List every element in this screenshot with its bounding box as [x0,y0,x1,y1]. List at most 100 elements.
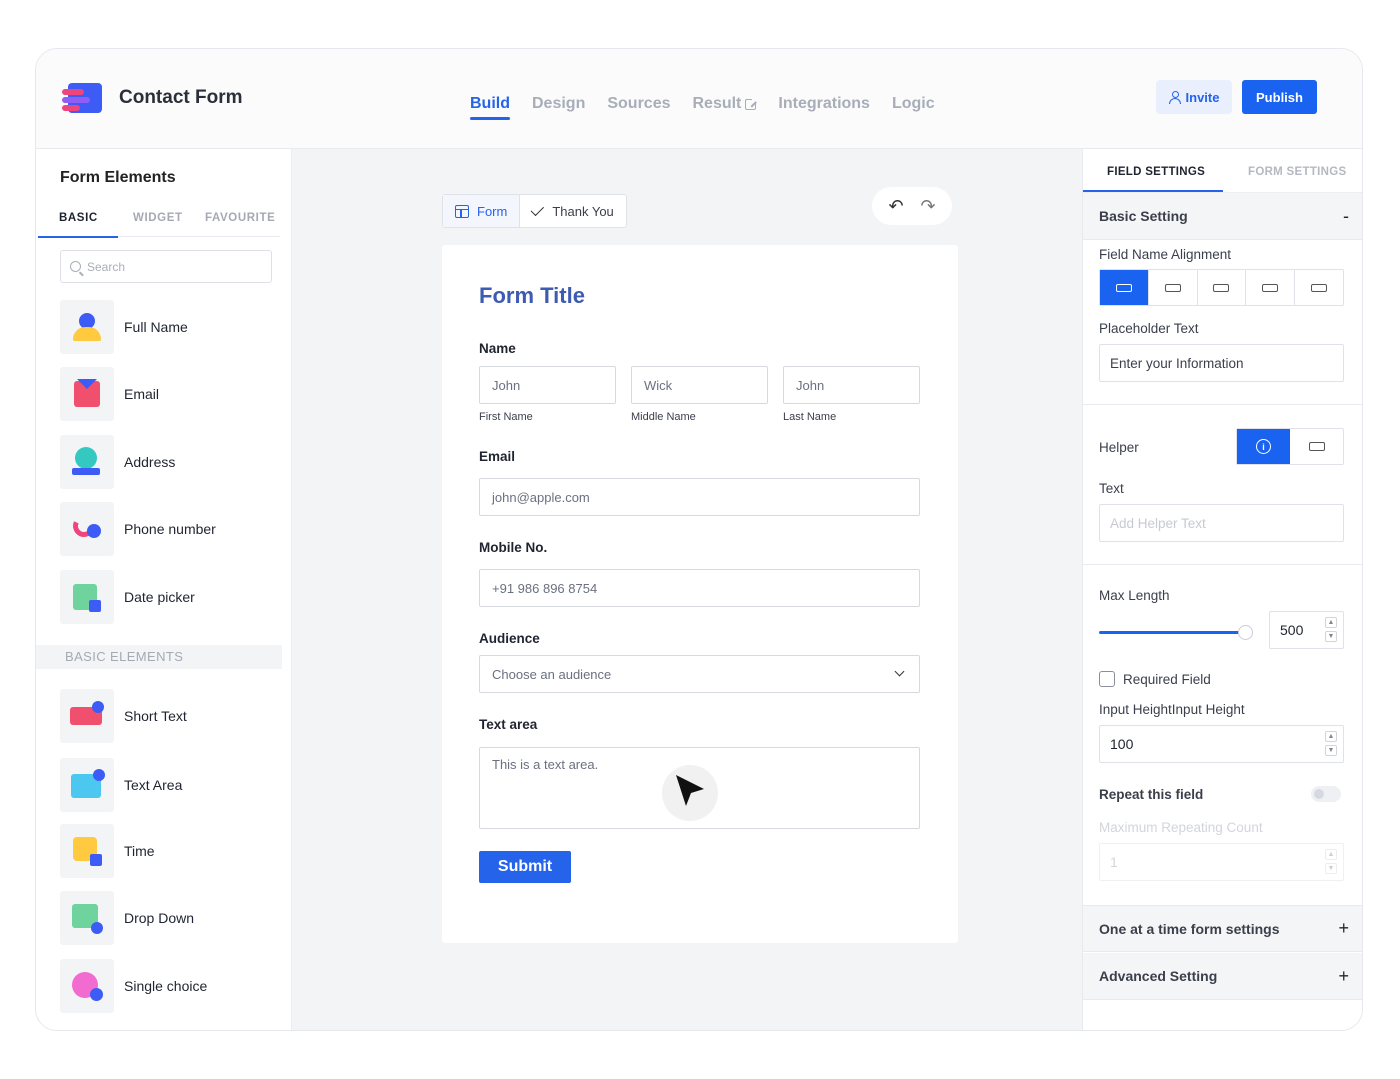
last-name-sublabel: Last Name [783,411,836,423]
element-label: Full Name [124,319,188,335]
layout-icon [455,205,469,218]
expand-icon: + [1338,918,1349,939]
form-view-button[interactable]: Form [443,195,520,227]
app-window: Contact Form Build Design Sources Result… [35,48,1363,1031]
active-tab-underline [1083,190,1223,192]
phone-icon [60,502,114,556]
max-length-input[interactable]: 500 ▲▼ [1269,611,1344,649]
element-phone[interactable]: Phone number [60,502,280,556]
element-address[interactable]: Address [60,435,280,489]
basic-setting-header[interactable]: Basic Setting - [1083,193,1363,240]
helper-label: Helper [1099,440,1139,455]
element-label: Single choice [124,978,207,994]
tab-build[interactable]: Build [470,95,510,113]
align-top-center-button[interactable] [1198,270,1247,305]
tab-result-label: Result [692,95,741,113]
tab-form-settings[interactable]: FORM SETTINGS [1248,166,1346,178]
element-full-name[interactable]: Full Name [60,300,280,354]
increment-icon: ▲ [1325,731,1337,742]
number-stepper[interactable]: ▲▼ [1325,849,1337,874]
redo-icon[interactable]: ↷ [920,196,935,217]
chevron-down-icon [895,667,905,677]
tab-sources[interactable]: Sources [607,95,670,113]
input-height-label: Input HeightInput Height [1099,702,1245,717]
view-toggle: Form Thank You [442,194,627,228]
first-name-input[interactable]: John [479,366,616,404]
tab-basic[interactable]: BASIC [59,212,98,224]
envelope-icon [60,367,114,421]
align-top-icon [1116,284,1132,292]
max-length-slider-handle[interactable] [1238,625,1253,640]
helper-tooltip-button[interactable] [1290,429,1343,464]
sidebar-tabs: BASIC WIDGET FAVOURITE [38,207,280,237]
last-name-input[interactable]: John [783,366,920,404]
helper-info-button[interactable]: i [1237,429,1290,464]
decrement-icon: ▼ [1325,631,1337,642]
alignment-options [1099,269,1344,306]
invite-button[interactable]: Invite [1156,80,1232,114]
helper-text-input[interactable]: Add Helper Text [1099,504,1344,542]
align-top-left-button[interactable] [1100,270,1149,305]
one-at-a-time-header[interactable]: One at a time form settings + [1083,905,1363,952]
basic-elements-heading: BASIC ELEMENTS [36,645,282,669]
textarea-label: Text area [479,717,537,732]
thank-you-view-button[interactable]: Thank You [520,195,625,227]
form-view-label: Form [477,204,507,219]
max-repeat-label: Maximum Repeating Count [1099,820,1263,835]
audience-label: Audience [479,631,540,646]
audience-value: Choose an audience [492,667,611,682]
element-text-area[interactable]: Text Area [60,758,280,812]
element-label: Text Area [124,777,182,793]
external-link-icon [745,99,756,110]
middle-name-input[interactable]: Wick [631,366,768,404]
element-time[interactable]: Time [60,824,280,878]
mobile-input[interactable]: +91 986 896 8754 [479,569,920,607]
align-top-right-button[interactable] [1149,270,1198,305]
one-at-a-time-title: One at a time form settings [1099,921,1279,937]
divider [1083,404,1363,405]
tab-logic[interactable]: Logic [892,95,935,113]
element-short-text[interactable]: Short Text [60,689,280,743]
form-elements-sidebar: Form Elements BASIC WIDGET FAVOURITE Sea… [36,149,292,1031]
number-stepper[interactable]: ▲▼ [1325,731,1337,756]
email-input[interactable]: john@apple.com [479,478,920,516]
publish-button[interactable]: Publish [1242,80,1317,114]
align-left-button[interactable] [1295,270,1343,305]
undo-icon[interactable]: ↶ [888,196,903,217]
email-label: Email [479,449,515,464]
advanced-setting-header[interactable]: Advanced Setting + [1083,953,1363,1000]
required-checkbox[interactable] [1099,671,1115,687]
tab-favourite[interactable]: FAVOURITE [205,212,275,224]
search-icon [70,261,81,272]
placeholder-input[interactable]: Enter your Information [1099,344,1344,382]
tooltip-icon [1309,442,1325,451]
max-length-label: Max Length [1099,588,1170,603]
increment-icon: ▲ [1325,617,1337,628]
tab-widget[interactable]: WIDGET [133,212,183,224]
check-icon [531,202,544,215]
number-stepper[interactable]: ▲▼ [1325,617,1337,642]
element-email[interactable]: Email [60,367,280,421]
user-plus-icon [1169,91,1181,103]
tab-field-settings[interactable]: FIELD SETTINGS [1107,166,1205,178]
tab-result[interactable]: Result [692,95,756,113]
search-placeholder: Search [87,260,125,274]
radio-icon [60,959,114,1013]
increment-icon: ▲ [1325,849,1337,860]
search-input[interactable]: Search [60,250,272,283]
max-repeat-input[interactable]: 1 ▲▼ [1099,843,1344,881]
form-title[interactable]: Form Title [479,283,585,309]
tab-integrations[interactable]: Integrations [778,95,870,113]
element-single-choice[interactable]: Single choice [60,959,280,1013]
element-drop-down[interactable]: Drop Down [60,891,280,945]
audience-select[interactable]: Choose an audience [479,655,920,693]
repeat-field-toggle[interactable] [1311,786,1341,802]
input-height-input[interactable]: 100 ▲▼ [1099,725,1344,763]
element-date-picker[interactable]: Date picker [60,570,280,624]
required-label: Required Field [1123,672,1211,687]
submit-button[interactable]: Submit [479,851,571,883]
tab-design[interactable]: Design [532,95,585,113]
max-length-slider-track[interactable] [1099,631,1245,634]
align-inside-button[interactable] [1246,270,1295,305]
dropdown-icon [60,891,114,945]
